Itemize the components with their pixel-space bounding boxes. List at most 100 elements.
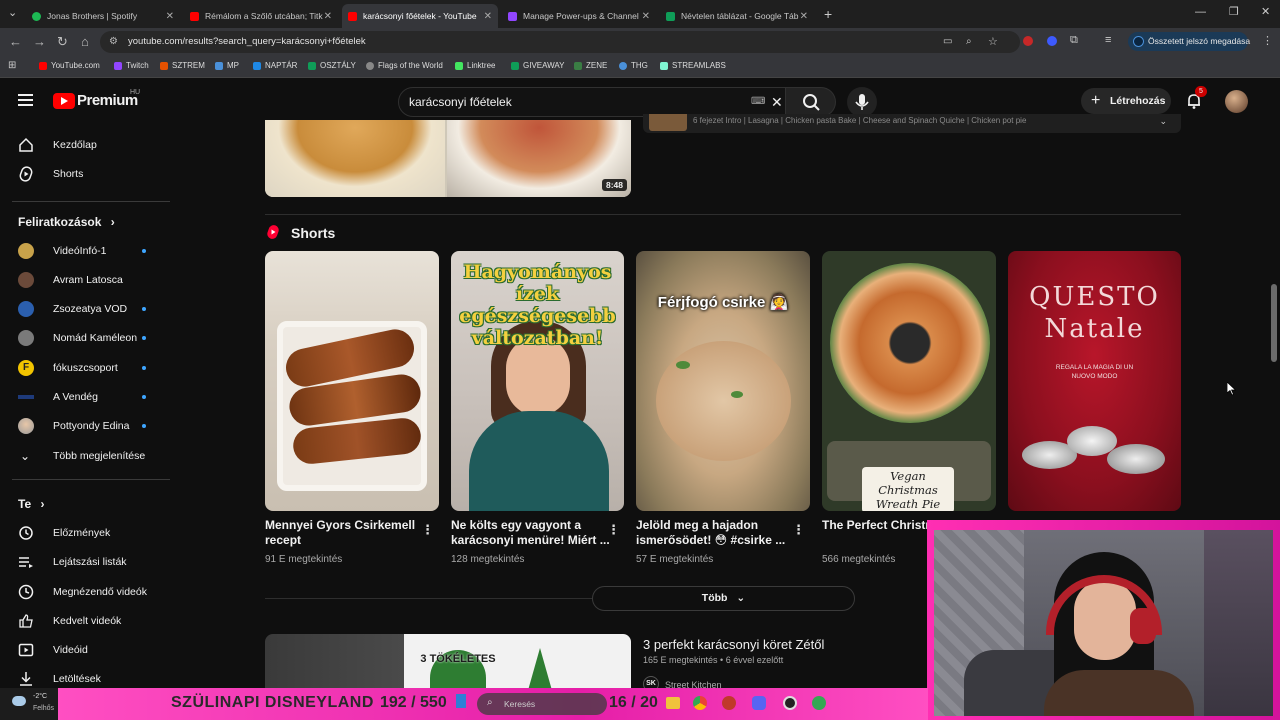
tab-youtube-active[interactable]: karácsonyi főételek - YouTube ✕ [342, 4, 498, 28]
forward-icon[interactable]: → [33, 34, 46, 49]
more-options-icon[interactable]: ⋮ [607, 522, 620, 538]
clear-search-icon[interactable]: ✕ [771, 88, 783, 116]
tab-spotify[interactable]: Jonas Brothers | Spotify ✕ [26, 4, 180, 28]
extensions-puzzle-icon[interactable]: ⧉ [1070, 34, 1078, 47]
short-thumbnail[interactable]: Vegan Christmas Wreath Pie [822, 251, 996, 511]
bookmark-item[interactable]: NAPTÁR [253, 61, 297, 70]
short-title[interactable]: Ne költs egy vagyont a karácsonyi menüre… [451, 518, 611, 548]
page-scrollbar-thumb[interactable] [1271, 284, 1277, 362]
minimize-icon[interactable]: — [1195, 6, 1206, 18]
reading-list-icon[interactable]: ≡ [1105, 34, 1111, 46]
opera-icon[interactable] [722, 696, 736, 710]
bookmark-item[interactable]: MP [215, 61, 239, 70]
sidebar-item-your-videos[interactable]: Videóid [0, 636, 170, 664]
chapters-bar[interactable]: 6 fejezet Intro | Lasagna | Chicken past… [643, 114, 1181, 133]
sidebar-item-subscription[interactable]: Avram Latosca [0, 266, 170, 294]
bookmark-item[interactable]: THG [619, 61, 648, 70]
bookmark-item[interactable]: STREAMLABS [660, 61, 726, 70]
voice-search-button[interactable] [847, 87, 877, 117]
short-thumbnail[interactable] [265, 251, 439, 511]
create-button[interactable]: + Létrehozás [1081, 88, 1171, 114]
tab-search-icon[interactable]: ⌄ [8, 6, 17, 19]
short-title[interactable]: The Perfect Christmas Main, Vegan Christ… [822, 518, 928, 533]
sidebar-item-home[interactable]: Kezdőlap [0, 131, 170, 159]
apps-grid-icon[interactable]: ⊞ [8, 60, 16, 71]
sidebar-item-history[interactable]: Előzmények [0, 519, 170, 547]
sidebar-item-subscription[interactable]: Nomád Kaméleon [0, 324, 170, 352]
close-icon[interactable]: ✕ [800, 11, 808, 22]
close-icon[interactable]: ✕ [166, 11, 174, 22]
hamburger-menu-icon[interactable] [18, 94, 33, 106]
short-thumbnail[interactable]: QUESTO Natale REGALA LA MAGIA DI UN NUOV… [1008, 251, 1181, 511]
bookmark-item[interactable]: ZENE [574, 61, 607, 70]
sidebar-item-liked[interactable]: Kedvelt videók [0, 607, 170, 635]
home-icon[interactable]: ⌂ [81, 34, 89, 49]
short-title[interactable]: Mennyei Gyors Csirkemell recept [265, 518, 425, 548]
more-options-icon[interactable]: ⋮ [792, 522, 805, 538]
notifications-button[interactable]: 5 [1185, 86, 1207, 110]
cast-icon[interactable]: ▭ [943, 31, 952, 53]
obs-icon[interactable] [783, 696, 797, 710]
sidebar-item-subscription[interactable]: F fókuszcsoport [0, 354, 170, 382]
windows-start-icon[interactable] [456, 694, 466, 708]
sidebar-item-watch-later[interactable]: Megnézendő videók [0, 578, 170, 606]
bookmark-item[interactable]: OSZTÁLY [308, 61, 356, 70]
close-icon[interactable]: ✕ [324, 11, 332, 22]
video-thumbnail[interactable]: 3 TÖKÉLETES [265, 634, 631, 694]
bookmark-item[interactable]: SZTREM [160, 61, 205, 70]
extension-icon[interactable] [1023, 36, 1033, 46]
tab-twitch[interactable]: Manage Power-ups & Channel ✕ [502, 4, 656, 28]
video-title[interactable]: 3 perfekt karácsonyi köret Zétől [643, 637, 824, 652]
search-input[interactable]: karácsonyi főételek ⌨ ✕ [398, 87, 786, 117]
search-button[interactable] [786, 87, 836, 117]
sidebar-item-subscription[interactable]: VideóInfó-1 [0, 237, 170, 265]
more-options-icon[interactable]: ⋮ [421, 522, 434, 538]
taskbar-weather[interactable]: -2°C Felhős [0, 688, 58, 720]
search-icon [803, 94, 820, 111]
bookmark-star-icon[interactable]: ☆ [988, 31, 998, 53]
keyboard-icon[interactable]: ⌨ [751, 88, 765, 116]
subscriptions-header[interactable]: Feliratkozások › [18, 215, 115, 229]
tab-sheets[interactable]: Névtelen táblázat - Google Táb ✕ [660, 4, 814, 28]
show-more-button[interactable]: ⌄ Több megjelenítése [0, 442, 170, 470]
bookmark-item[interactable]: Twitch [114, 61, 149, 70]
discord-icon[interactable] [752, 696, 766, 710]
password-suggestion-button[interactable]: Összetett jelszó megadása [1128, 32, 1250, 51]
taskbar-search[interactable]: ⌕ Keresés [477, 693, 607, 715]
bookmark-item[interactable]: YouTube.com [39, 61, 100, 70]
you-header[interactable]: Te › [18, 497, 44, 511]
file-explorer-icon[interactable] [666, 697, 680, 709]
sidebar-item-playlists[interactable]: Lejátszási listák [0, 548, 170, 576]
bookmark-item[interactable]: Flags of the World [366, 61, 443, 70]
site-info-icon[interactable]: ⚙ [109, 31, 118, 53]
app-icon[interactable] [812, 696, 826, 710]
bookmark-item[interactable]: Linktree [455, 61, 495, 70]
close-icon[interactable]: ✕ [484, 11, 492, 22]
reload-icon[interactable]: ↻ [57, 34, 68, 50]
close-icon[interactable]: ✕ [642, 11, 650, 22]
youtube-logo-icon[interactable] [53, 93, 75, 109]
more-shorts-button[interactable]: Több ⌄ [592, 586, 855, 611]
window-close-icon[interactable]: ✕ [1261, 5, 1270, 18]
tab-youtube-1[interactable]: Rémálom a Szőlő utcában; Titk ✕ [184, 4, 338, 28]
bookmark-item[interactable]: GIVEAWAY [511, 61, 565, 70]
new-content-dot [142, 366, 146, 370]
short-title[interactable]: Jelöld meg a hajadon ismerősödet! 😳 #csi… [636, 518, 796, 548]
sidebar-item-shorts[interactable]: Shorts [0, 160, 170, 188]
video-thumbnail[interactable]: 8:48 [265, 120, 631, 197]
new-tab-icon[interactable]: + [824, 6, 832, 22]
chrome-icon[interactable] [693, 696, 707, 710]
extension-icon[interactable] [1047, 36, 1057, 46]
account-avatar[interactable] [1225, 90, 1248, 113]
chevron-down-icon[interactable]: ⌄ [1159, 114, 1167, 128]
url-input[interactable]: ⚙ youtube.com/results?search_query=karác… [100, 31, 1020, 53]
sidebar-item-subscription[interactable]: A Vendég [0, 383, 170, 411]
short-thumbnail[interactable]: Férjfogó csirke 👰 [636, 251, 810, 511]
maximize-icon[interactable]: ❐ [1229, 5, 1239, 18]
zoom-icon[interactable]: ⌕ [966, 31, 972, 53]
sidebar-item-subscription[interactable]: Pottyondy Edina [0, 412, 170, 440]
sidebar-item-subscription[interactable]: Zsozeatya VOD [0, 295, 170, 323]
menu-kebab-icon[interactable]: ⋮ [1262, 34, 1273, 47]
back-icon[interactable]: ← [9, 34, 22, 49]
short-thumbnail[interactable]: Hagyományos ízek egészségesebb változatb… [451, 251, 624, 511]
